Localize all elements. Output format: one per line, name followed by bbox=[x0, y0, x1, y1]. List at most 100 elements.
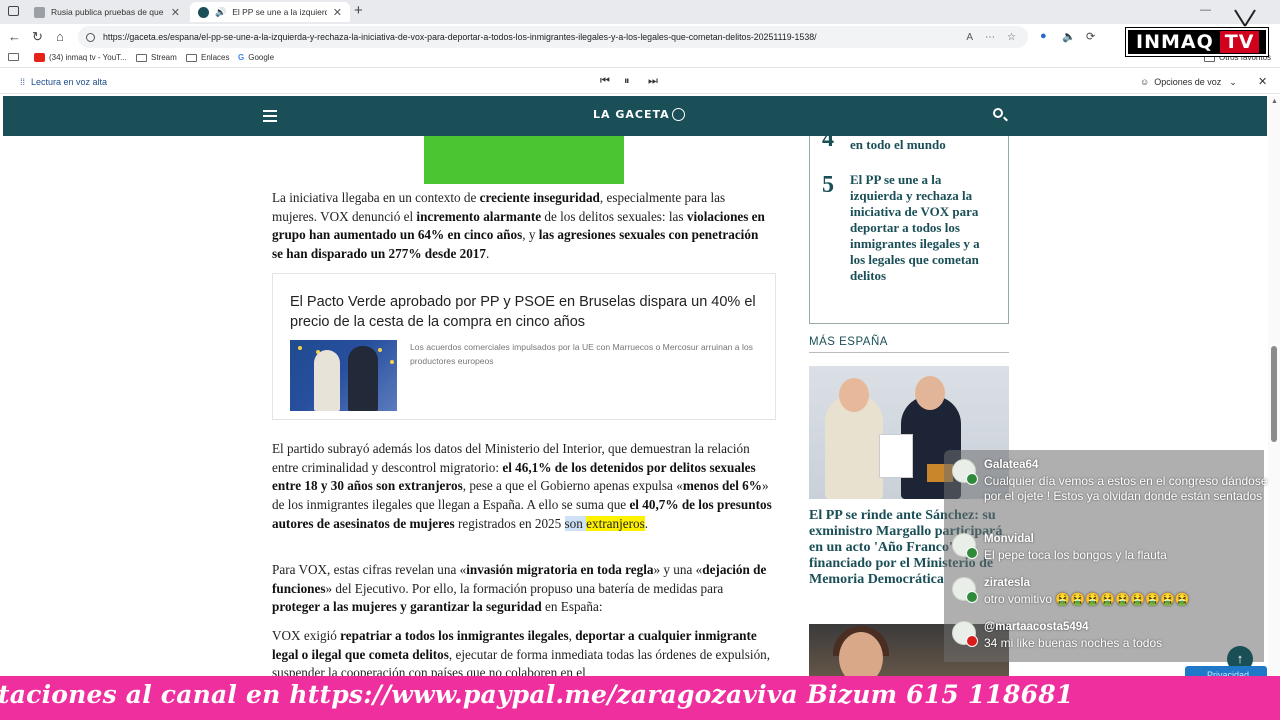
close-tab-icon[interactable]: ✕ bbox=[333, 6, 342, 19]
scrollbar-thumb[interactable] bbox=[1271, 346, 1277, 442]
close-tab-icon[interactable]: ✕ bbox=[171, 6, 180, 19]
most-read-box: 4 en todo el mundo 5 El PP se une a la i… bbox=[809, 126, 1009, 324]
close-read-aloud-icon[interactable]: ✕ bbox=[1258, 75, 1267, 88]
most-read-item-5[interactable]: El PP se une a la izquierda y rechaza la… bbox=[850, 172, 996, 284]
voice-icon: ☺ bbox=[1140, 77, 1150, 87]
youtube-icon bbox=[34, 53, 45, 62]
chat-text: Cualquier día vemos a estos en el congre… bbox=[984, 474, 1268, 503]
bookmark-stream[interactable]: Stream bbox=[136, 53, 177, 62]
browser-tab-bar: Rusia publica pruebas de que avi ✕ 🔊 El … bbox=[0, 0, 1280, 24]
speaker-icon: 🔊 bbox=[215, 6, 227, 17]
ad-banner[interactable] bbox=[424, 136, 624, 184]
chat-message: @martaacosta5494 34 mi like buenas noche… bbox=[952, 621, 1262, 655]
rank-number: 4 bbox=[822, 126, 834, 152]
read-aloud-text: Lectura en voz alta bbox=[31, 77, 108, 87]
chat-message: Monvidal El pepe toca los bongos y la fl… bbox=[952, 533, 1262, 567]
bookmark-google[interactable]: G Google bbox=[238, 53, 274, 62]
donation-ticker: taciones al canal en https://www.paypal.… bbox=[0, 676, 1280, 720]
bookmark-label: (34) inmaq tv - YouT... bbox=[49, 53, 127, 62]
voice-options-label: Opciones de voz bbox=[1154, 77, 1222, 87]
chat-text: El pepe toca los bongos y la flauta bbox=[984, 548, 1167, 562]
arrow-up-icon: ↑ bbox=[1236, 651, 1244, 666]
related-article-image[interactable] bbox=[290, 340, 397, 411]
avatar bbox=[952, 533, 978, 559]
site-logo-text: LA GACETA bbox=[593, 108, 670, 121]
bookmark-youtube[interactable]: (34) inmaq tv - YouT... bbox=[34, 53, 127, 62]
folder-icon bbox=[186, 53, 197, 62]
sync-icon[interactable]: ⟳ bbox=[1086, 30, 1095, 43]
article-paragraph-1: La iniciativa llegaba en un contexto de … bbox=[272, 190, 765, 262]
tab-actions-icon[interactable] bbox=[8, 6, 19, 16]
article-paragraph-3: Para VOX, estas cifras revelan una «inva… bbox=[272, 562, 767, 615]
eu-stars bbox=[298, 346, 302, 350]
scroll-up-icon[interactable]: ▲ bbox=[1271, 98, 1278, 105]
read-aloud-icon: ⁞⁞ bbox=[20, 77, 26, 87]
url-field[interactable]: https://gaceta.es/espana/el-pp-se-une-a-… bbox=[78, 26, 1028, 48]
home-icon[interactable]: ⌂ bbox=[56, 29, 64, 44]
previous-icon[interactable]: ⏮ bbox=[600, 75, 610, 88]
new-tab-icon[interactable]: + bbox=[354, 2, 363, 19]
tab-title: Rusia publica pruebas de que avi bbox=[51, 7, 165, 17]
more-icon[interactable]: ⋯ bbox=[985, 32, 995, 43]
avatar bbox=[952, 459, 978, 485]
avatar bbox=[952, 621, 978, 647]
related-article-title[interactable]: El Pacto Verde aprobado por PP y PSOE en… bbox=[290, 292, 760, 332]
ticker-text: taciones al canal en https://www.paypal.… bbox=[0, 680, 1074, 709]
selected-word: son bbox=[564, 515, 583, 531]
bookmark-label: Google bbox=[248, 53, 275, 62]
tab-favicon-icon bbox=[34, 6, 45, 18]
chevron-down-icon: ⌄ bbox=[1229, 77, 1237, 87]
most-read-item-4[interactable]: en todo el mundo bbox=[850, 137, 1000, 153]
search-icon[interactable] bbox=[993, 108, 1003, 118]
site-header: LA GACETA bbox=[3, 96, 1267, 136]
chat-username: @martaacosta5494 bbox=[984, 621, 1089, 633]
chat-message: ziratesla otro vomitivo 🤮🤮🤮🤮🤮🤮🤮🤮🤮 bbox=[952, 577, 1262, 611]
chat-username: Monvidal bbox=[984, 533, 1034, 545]
voice-options-button[interactable]: ☺ Opciones de voz ⌄ bbox=[1140, 77, 1237, 88]
read-aloud-highlight: extranjeros bbox=[586, 515, 645, 531]
gaceta-favicon-icon bbox=[198, 6, 209, 18]
chat-text: 34 mi like buenas noches a todos bbox=[984, 636, 1163, 650]
section-title: MÁS ESPAÑA bbox=[809, 336, 1009, 353]
logo-antenna-icon bbox=[1234, 9, 1256, 27]
avatar bbox=[952, 577, 978, 603]
chat-username: Galatea64 bbox=[984, 459, 1039, 471]
bookmark-label: Stream bbox=[151, 53, 177, 62]
bookmark-label: Enlaces bbox=[201, 53, 230, 62]
bookmark-enlaces[interactable]: Enlaces bbox=[186, 53, 229, 62]
next-icon[interactable]: ⏭ bbox=[648, 75, 658, 88]
chat-username: ziratesla bbox=[984, 577, 1031, 589]
apps-icon bbox=[8, 53, 19, 61]
site-info-icon[interactable] bbox=[86, 32, 95, 42]
pause-icon[interactable]: ⏸ bbox=[624, 75, 630, 88]
inmaq-tv-logo: INMAQ TV bbox=[1125, 27, 1269, 57]
related-article-card[interactable]: El Pacto Verde aprobado por PP y PSOE en… bbox=[272, 273, 776, 420]
tab-gaceta[interactable]: 🔊 El PP se une a la izquierda y ✕ bbox=[190, 2, 350, 22]
hamburger-menu-icon[interactable] bbox=[263, 110, 277, 125]
logo-badge: TV bbox=[1219, 31, 1260, 53]
tab-rusia[interactable]: Rusia publica pruebas de que avi ✕ bbox=[26, 2, 188, 22]
page-scrollbar[interactable]: ▲ bbox=[1268, 96, 1280, 686]
related-article-summary: Los acuerdos comerciales impulsados por … bbox=[410, 342, 753, 366]
globe-icon bbox=[671, 108, 685, 121]
live-chat-overlay: Galatea64 Cualquier día vemos a estos en… bbox=[944, 450, 1268, 662]
bookmarks-bar-toggle[interactable] bbox=[8, 53, 19, 61]
refresh-icon[interactable]: ↻ bbox=[32, 29, 43, 45]
minimize-icon[interactable]: — bbox=[1200, 4, 1211, 16]
folder-icon bbox=[136, 53, 147, 62]
site-logo[interactable]: LA GACETA bbox=[593, 108, 685, 121]
tab-title: El PP se une a la izquierda y bbox=[232, 7, 327, 17]
back-icon[interactable]: ← bbox=[8, 29, 21, 44]
favorite-star-icon[interactable]: ☆ bbox=[1007, 32, 1016, 43]
read-aloud-label: ⁞⁞ Lectura en voz alta bbox=[20, 77, 107, 87]
extension-icon[interactable]: ● bbox=[1040, 30, 1047, 42]
chat-message: Galatea64 Cualquier día vemos a estos en… bbox=[952, 459, 1268, 515]
read-aloud-icon[interactable]: A bbox=[966, 32, 973, 43]
url-text: https://gaceta.es/espana/el-pp-se-une-a-… bbox=[103, 32, 817, 42]
read-aloud-bar: ⁞⁞ Lectura en voz alta ⏮ ⏸ ⏭ ☺ Opciones de… bbox=[0, 70, 1280, 94]
bookmarks-bar: (34) inmaq tv - YouT... Stream Enlaces G… bbox=[0, 50, 1280, 68]
audio-icon[interactable]: 🔈 bbox=[1062, 30, 1076, 43]
article-paragraph-4: VOX exigió repatriar a todos los inmigra… bbox=[272, 628, 771, 681]
google-icon: G bbox=[238, 53, 245, 62]
address-bar-row: ← ↻ ⌂ https://gaceta.es/espana/el-pp-se-… bbox=[0, 24, 1280, 50]
